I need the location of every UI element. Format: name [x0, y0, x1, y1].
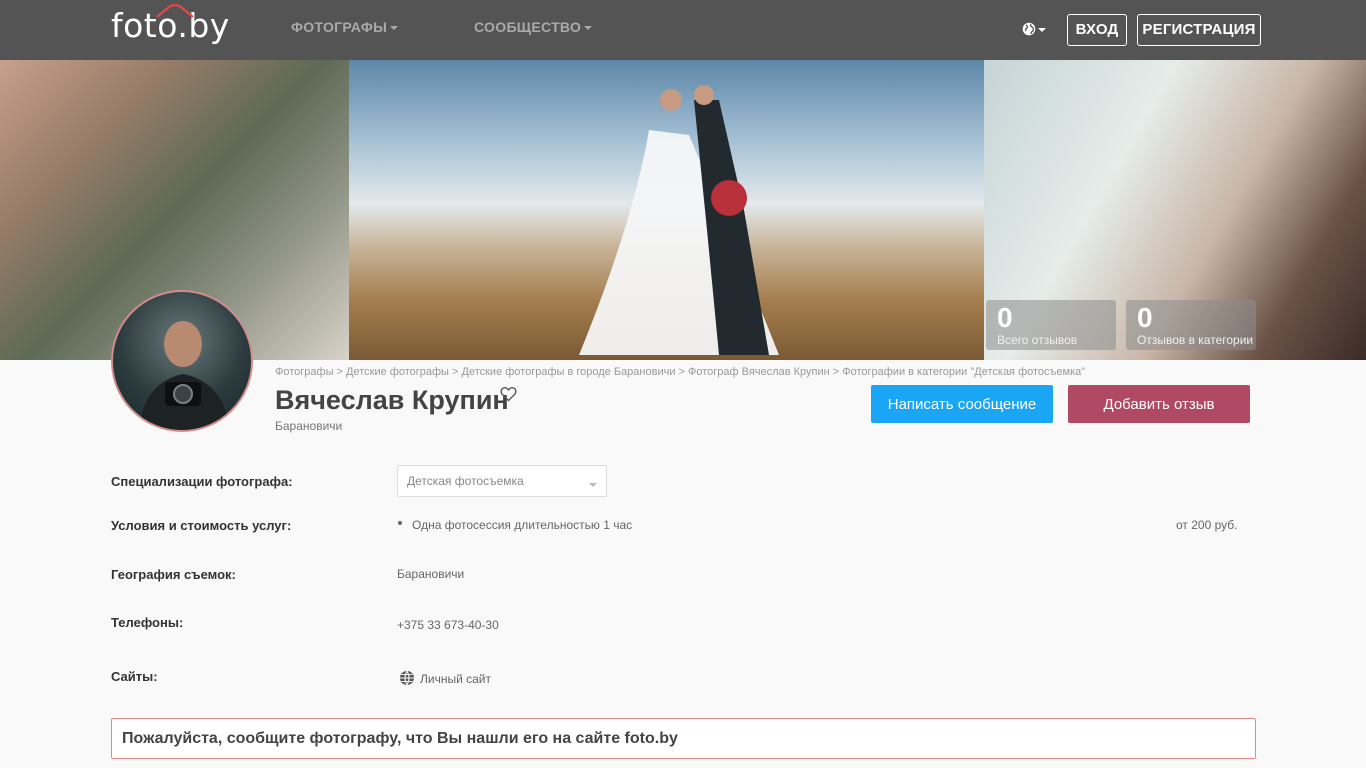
- list-bullet: [398, 521, 402, 525]
- globe-icon: [1022, 22, 1036, 36]
- notice-banner: Пожалуйста, сообщите фотографу, что Вы н…: [111, 718, 1256, 759]
- stat-total-reviews: 0 Всего отзывов: [986, 300, 1116, 350]
- nav-community-dropdown[interactable]: СООБЩЕСТВО: [474, 19, 593, 35]
- specialization-select[interactable]: Детская фотосъемка: [397, 465, 607, 497]
- chevron-down-icon: [584, 26, 593, 31]
- add-review-button[interactable]: Добавить отзыв: [1068, 385, 1250, 423]
- chevron-down-icon: [1038, 28, 1046, 32]
- chevron-down-icon: [390, 26, 399, 31]
- nav-photographers-dropdown[interactable]: ФОТОГРАФЫ: [291, 19, 399, 35]
- photographer-portrait: [138, 321, 231, 430]
- phone-value[interactable]: +375 33 673-40-30: [397, 618, 499, 632]
- breadcrumb-kids-photographers-city[interactable]: Детские фотографы в городе Барановичи: [462, 366, 676, 378]
- register-button[interactable]: РЕГИСТРАЦИЯ: [1137, 14, 1261, 46]
- breadcrumb-separator: >: [333, 366, 347, 378]
- stat-category-reviews: 0 Отзывов в категории: [1126, 300, 1256, 350]
- breadcrumb-separator: >: [675, 366, 689, 378]
- nav-photographers-label: ФОТОГРАФЫ: [291, 19, 388, 35]
- top-navbar: foto.by ФОТОГРАФЫ СООБЩЕСТВО ВХОД РЕГИСТ…: [0, 0, 1366, 60]
- breadcrumb-kids-photographers[interactable]: Детские фотографы: [346, 366, 449, 378]
- notice-text: Пожалуйста, сообщите фотографу, что Вы н…: [122, 730, 678, 747]
- stat-total-reviews-label: Всего отзывов: [997, 333, 1078, 347]
- write-message-button[interactable]: Написать сообщение: [871, 385, 1053, 423]
- site-logo[interactable]: foto.by: [111, 4, 230, 48]
- breadcrumb-current: Фотографии в категории "Детская фотосъем…: [842, 366, 1086, 378]
- photographer-city: Барановичи: [275, 419, 343, 433]
- personal-site-label: Личный сайт: [420, 672, 491, 686]
- language-selector[interactable]: [1021, 20, 1049, 40]
- specialization-selected-value: Детская фотосъемка: [407, 474, 524, 488]
- sites-label: Сайты:: [111, 669, 158, 684]
- service-price: от 200 руб.: [1176, 518, 1238, 532]
- login-button[interactable]: ВХОД: [1067, 14, 1127, 46]
- page-title: Вячеслав Крупин: [275, 385, 509, 415]
- geography-value: Барановичи: [397, 567, 465, 581]
- stat-category-reviews-label: Отзывов в категории: [1137, 333, 1254, 347]
- breadcrumb-separator: >: [829, 366, 843, 378]
- geography-label: География съемок:: [111, 567, 236, 582]
- globe-icon: [400, 670, 414, 686]
- breadcrumb: Фотографы > Детские фотографы > Детские …: [275, 366, 1085, 378]
- wedding-couple-illustration: [579, 85, 779, 355]
- breadcrumb-separator: >: [448, 366, 462, 378]
- specializations-label: Специализации фотографа:: [111, 474, 293, 489]
- stat-total-reviews-value: 0: [997, 302, 1013, 333]
- nav-community-label: СООБЩЕСТВО: [474, 19, 582, 35]
- stat-category-reviews-value: 0: [1137, 302, 1153, 333]
- chevron-down-icon: [589, 483, 597, 487]
- heart-icon[interactable]: [500, 386, 517, 402]
- breadcrumb-photographers[interactable]: Фотографы: [275, 366, 333, 378]
- service-name: Одна фотосессия длительностью 1 час: [412, 518, 633, 532]
- avatar[interactable]: [111, 290, 253, 432]
- hero-photo-center: [349, 60, 984, 360]
- phones-label: Телефоны:: [111, 615, 184, 630]
- breadcrumb-photographer[interactable]: Фотограф Вячеслав Крупин: [688, 366, 830, 378]
- logo-roof-icon: [156, 4, 194, 18]
- services-label: Условия и стоимость услуг:: [111, 518, 292, 533]
